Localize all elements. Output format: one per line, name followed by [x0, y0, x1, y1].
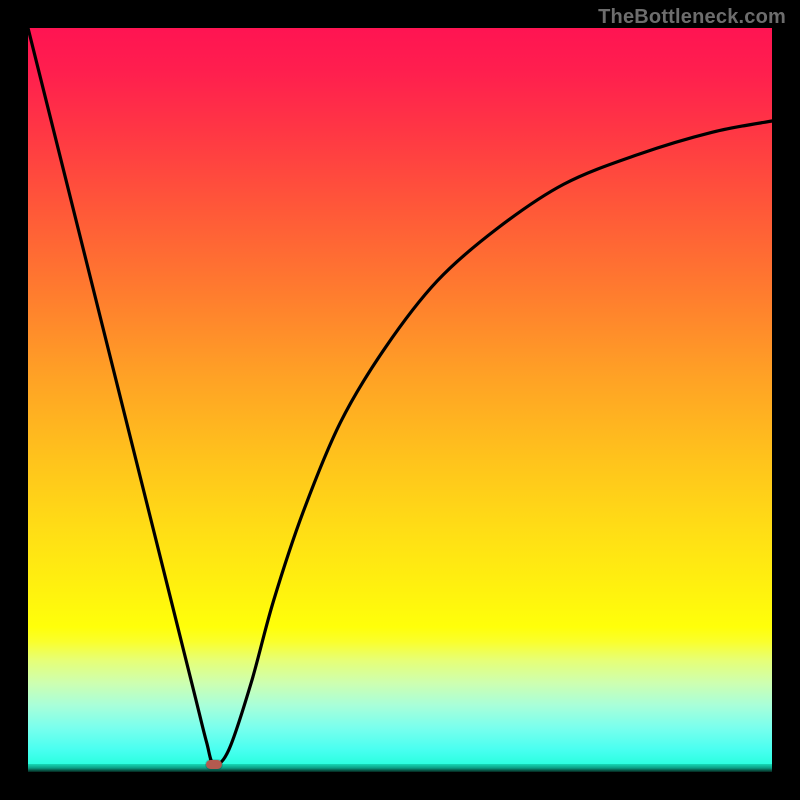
- watermark-text: TheBottleneck.com: [598, 6, 786, 29]
- chart-curve: [28, 28, 772, 772]
- min-marker-icon: [206, 760, 222, 769]
- chart-frame: [28, 28, 772, 772]
